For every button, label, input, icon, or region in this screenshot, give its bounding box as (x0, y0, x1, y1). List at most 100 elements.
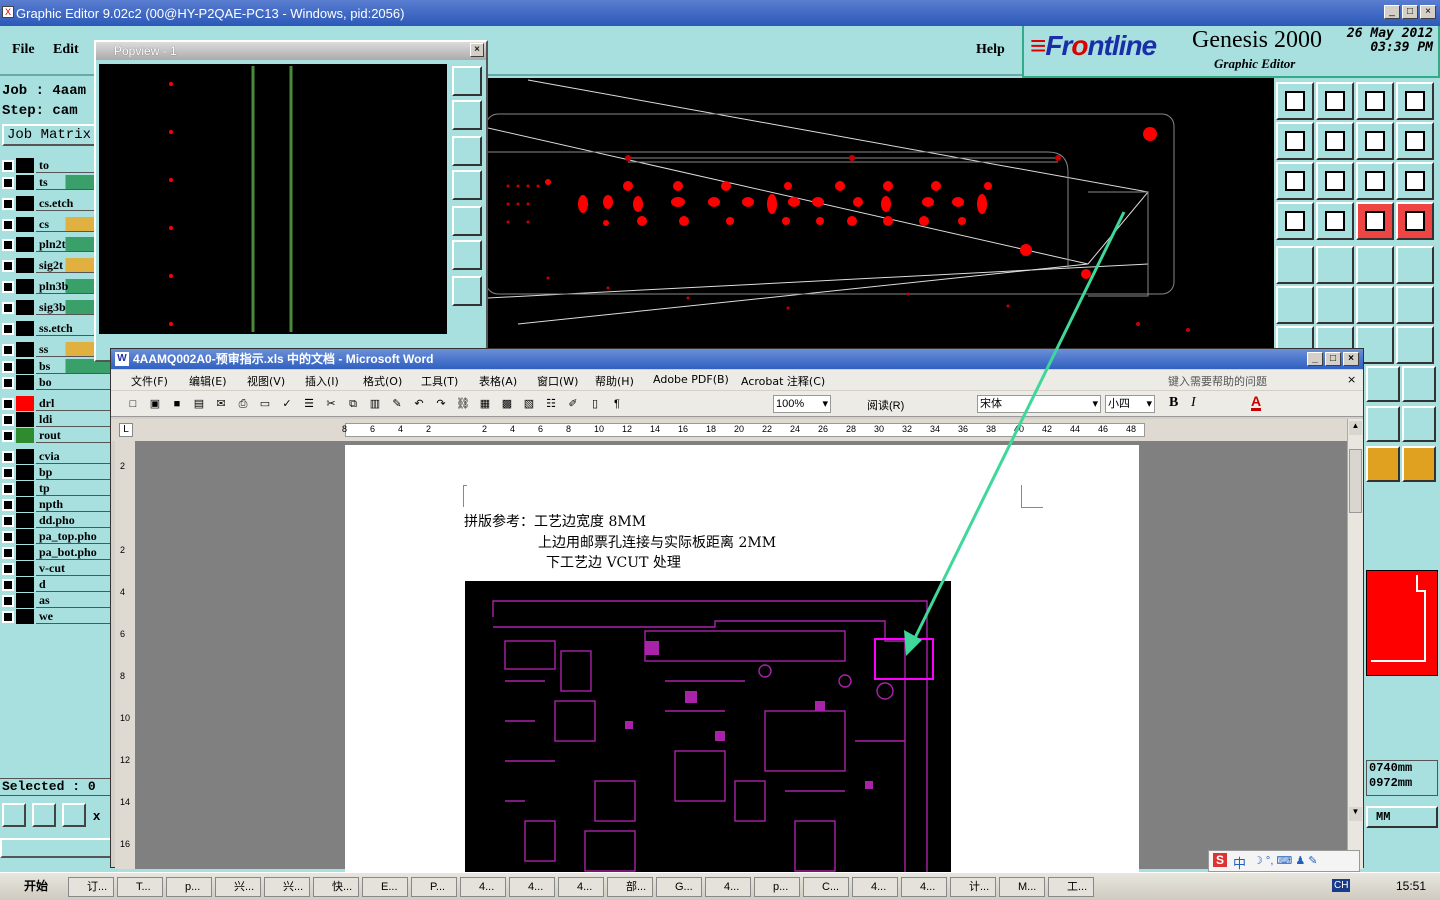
taskbar-item[interactable]: 4... (558, 877, 604, 897)
pop-zoom-icon[interactable] (452, 66, 482, 96)
email-icon[interactable]: ✉ (213, 396, 229, 412)
print-icon[interactable]: ⎙ (235, 396, 251, 412)
taskbar-item[interactable]: 部... (607, 877, 653, 897)
pad-icon[interactable] (1276, 246, 1314, 284)
layer-checkbox[interactable] (2, 360, 14, 373)
cursor-icon[interactable] (1366, 446, 1400, 482)
word-menu-item-6[interactable]: 表格(A) (479, 373, 517, 389)
showhide-icon[interactable]: ¶ (609, 396, 625, 412)
layer-checkbox[interactable] (2, 413, 14, 426)
redo-icon[interactable]: ↷ (433, 396, 449, 412)
layer-checkbox[interactable] (2, 594, 14, 607)
new-doc-icon[interactable]: □ (125, 396, 141, 412)
docmap-icon[interactable]: ▯ (587, 396, 603, 412)
layer-btn-a[interactable] (1366, 366, 1400, 402)
word-menu-item-0[interactable]: 文件(F) (131, 373, 168, 389)
menu-file[interactable]: File (12, 42, 35, 58)
layer-checkbox[interactable] (2, 238, 14, 251)
font-color-button[interactable]: A (1251, 394, 1262, 411)
word-menu-item-4[interactable]: 格式(O) (363, 373, 402, 389)
layer-row-we[interactable]: we (2, 609, 110, 624)
ruler-track[interactable]: 8 6 4 2 2 4 6 8 10 12 14 16 18 20 22 24 26 28 30 32 34 36 38 40… (342, 423, 1145, 437)
layer-row-bo[interactable]: bo (2, 375, 110, 390)
layer-checkbox[interactable] (2, 530, 14, 543)
layer-checkbox[interactable] (2, 343, 14, 356)
layer-row-rout[interactable]: rout (2, 428, 110, 443)
ime-settings-icons[interactable]: ☽ °, ⌨ ♟ ✎ (1253, 854, 1318, 867)
open-job-icon[interactable] (1276, 82, 1314, 120)
scale-icon[interactable] (1356, 162, 1394, 200)
taskbar-item[interactable]: 计... (950, 877, 996, 897)
minimize-button[interactable]: _ (1384, 5, 1400, 19)
line-icon[interactable] (1356, 286, 1394, 324)
layer-checkbox[interactable] (2, 259, 14, 272)
layer-checkbox[interactable] (2, 466, 14, 479)
snap-cursor-icon[interactable] (1402, 446, 1436, 482)
layer-row-npth[interactable]: npth (2, 497, 110, 512)
layer-row-pa-bot-pho[interactable]: pa_bot.pho (2, 545, 110, 560)
layer-checkbox[interactable] (2, 578, 14, 591)
layer-checkbox[interactable] (2, 301, 14, 314)
taskbar-item[interactable]: 4... (509, 877, 555, 897)
ruler-icon[interactable] (1356, 246, 1394, 284)
word-menu-item-7[interactable]: 窗口(W) (537, 373, 578, 389)
popview-close-button[interactable]: × (470, 43, 484, 57)
close-x-icon[interactable]: x (93, 808, 100, 823)
language-indicator[interactable]: CH (1332, 879, 1351, 892)
home-icon[interactable] (1356, 82, 1394, 120)
layer-checkbox[interactable] (2, 322, 14, 335)
pop-down-icon[interactable] (452, 136, 482, 166)
taskbar-item[interactable]: 4... (460, 877, 506, 897)
layer-checkbox[interactable] (2, 450, 14, 463)
drawing-icon[interactable]: ✐ (565, 396, 581, 412)
pop-center-icon[interactable] (452, 276, 482, 306)
pop-fit-icon[interactable] (452, 240, 482, 270)
layer-checkbox[interactable] (2, 376, 14, 389)
word-menu-item-8[interactable]: 帮助(H) (595, 373, 634, 389)
layer-row-d[interactable]: d (2, 577, 110, 592)
pop-up-icon[interactable] (452, 100, 482, 130)
fit-icon[interactable] (1276, 162, 1314, 200)
layer-checkbox[interactable] (2, 498, 14, 511)
excel-icon[interactable]: ▧ (521, 396, 537, 412)
format-painter-icon[interactable]: ✎ (389, 396, 405, 412)
word-menu-item-9[interactable]: Adobe PDF(B) (653, 373, 729, 386)
taskbar-item[interactable]: M... (999, 877, 1045, 897)
columns-icon[interactable]: ☷ (543, 396, 559, 412)
ime-toolbar[interactable]: S 中 ☽ °, ⌨ ♟ ✎ (1208, 850, 1360, 872)
taskbar-item[interactable]: 兴... (264, 877, 310, 897)
save-icon[interactable]: ■ (169, 396, 185, 412)
start-button[interactable]: 开始 (2, 876, 50, 898)
tab-selector[interactable]: L (119, 423, 133, 437)
close-button[interactable]: × (1420, 5, 1436, 19)
taskbar-item[interactable]: T... (117, 877, 163, 897)
graphic-canvas[interactable] (485, 78, 1274, 350)
preview-icon[interactable]: ▭ (257, 396, 273, 412)
document-page[interactable]: 拼版参考：工艺边宽度 8MM 上边用邮票孔连接与实际板距离 2MM 下工艺边 V… (345, 445, 1139, 873)
taskbar-item[interactable]: 兴... (215, 877, 261, 897)
undo-icon[interactable]: ↶ (411, 396, 427, 412)
zoom-select[interactable]: 100% ▾ (773, 395, 831, 413)
copy-icon[interactable]: ⧉ (345, 396, 361, 412)
fork-icon[interactable] (1396, 326, 1434, 364)
key-icon[interactable] (1316, 202, 1354, 240)
word-menu-item-5[interactable]: 工具(T) (421, 373, 458, 389)
tool-icon[interactable] (1276, 202, 1314, 240)
pop-right-icon[interactable] (452, 206, 482, 236)
taskbar-item[interactable]: 4... (852, 877, 898, 897)
zoom-out-icon[interactable] (1316, 122, 1354, 160)
read-mode-button[interactable]: 阅读(R) (867, 397, 904, 413)
scroll-down-button[interactable]: ▼ (1349, 807, 1362, 821)
layer-row-cvia[interactable]: cvia (2, 449, 110, 464)
layer-checkbox[interactable] (2, 280, 14, 293)
connect-icon[interactable] (1276, 286, 1314, 324)
cut-icon[interactable]: ✂ (323, 396, 339, 412)
cross-icon[interactable] (1316, 286, 1354, 324)
center-icon[interactable] (1316, 162, 1354, 200)
layer-checkbox[interactable] (2, 610, 14, 623)
word-menu-item-1[interactable]: 编辑(E) (189, 373, 227, 389)
font-select[interactable]: 宋体 ▾ (977, 395, 1101, 413)
spell-icon[interactable]: ✓ (279, 396, 295, 412)
font-size-select[interactable]: 小四 ▾ (1105, 395, 1155, 413)
vertical-scrollbar[interactable]: ▲ ▼ (1347, 419, 1363, 869)
